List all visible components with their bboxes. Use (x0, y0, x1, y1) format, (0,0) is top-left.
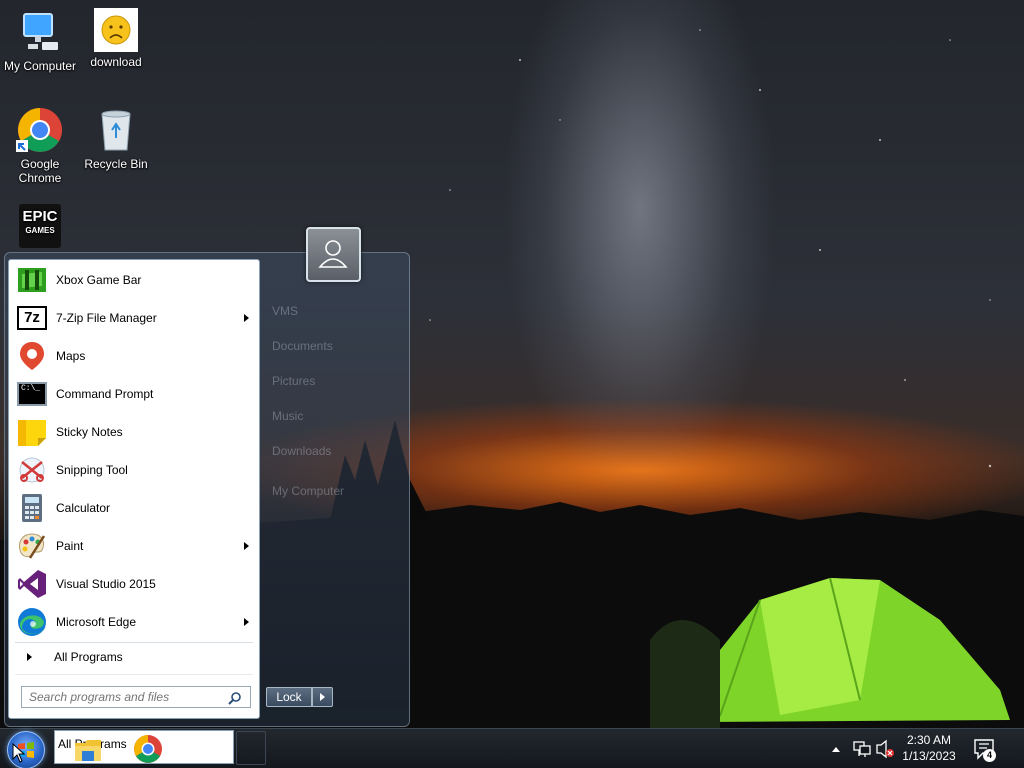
program-label: Paint (56, 539, 84, 553)
submenu-arrow-icon[interactable] (244, 618, 249, 626)
program-label: Command Prompt (56, 387, 154, 401)
program-label: Visual Studio 2015 (56, 577, 156, 591)
maps-icon (16, 340, 48, 372)
taskbar-empty-slot[interactable] (236, 731, 266, 765)
search-separator (15, 674, 253, 675)
search-box[interactable] (21, 686, 251, 708)
xbox-game-bar-icon (16, 264, 48, 296)
right-pane-item-downloads[interactable]: Downloads (272, 444, 331, 458)
taskbar-chrome-icon[interactable] (133, 734, 163, 764)
network-tray-button[interactable] (852, 729, 872, 768)
program-7-zip-file-manager[interactable]: 7z 7-Zip File Manager (9, 299, 259, 337)
program-label: Microsoft Edge (56, 615, 137, 629)
visual-studio-icon (16, 568, 48, 600)
program-label: 7-Zip File Manager (56, 311, 157, 325)
program-xbox-game-bar[interactable]: Xbox Game Bar (9, 261, 259, 299)
programs-separator (15, 642, 253, 643)
right-pane-item-vms[interactable]: VMS (272, 304, 298, 318)
seven-zip-icon: 7z (16, 302, 48, 334)
notifications-icon (974, 739, 994, 760)
program-calculator[interactable]: Calculator (9, 489, 259, 527)
desktop-icon-label: Recycle Bin (84, 157, 148, 171)
paint-icon (16, 530, 48, 562)
program-label: Sticky Notes (56, 425, 123, 439)
file-explorer-icon[interactable] (73, 735, 103, 763)
submenu-arrow-icon[interactable] (244, 314, 249, 322)
program-command-prompt[interactable]: C:\_ Command Prompt (9, 375, 259, 413)
right-pane-item-documents[interactable]: Documents (272, 339, 333, 353)
program-label: Snipping Tool (56, 463, 128, 477)
user-icon (318, 240, 348, 268)
network-icon (853, 741, 871, 757)
program-maps[interactable]: Maps (9, 337, 259, 375)
notification-count-badge: 4 (983, 749, 996, 762)
program-label: Maps (56, 349, 86, 363)
taskbar-all-programs-window[interactable]: All Programs (54, 730, 234, 764)
seven-zip-badge: 7z (17, 306, 47, 330)
sad-face-icon (94, 8, 138, 52)
right-pane-item-my-computer[interactable]: My Computer (272, 484, 344, 498)
start-menu-programs-pane: Xbox Game Bar 7z 7-Zip File Manager Maps… (8, 259, 260, 719)
program-microsoft-edge[interactable]: Microsoft Edge (9, 603, 259, 641)
all-programs-label: All Programs (54, 650, 123, 664)
lock-button[interactable]: Lock (266, 687, 312, 707)
program-sticky-notes[interactable]: Sticky Notes (9, 413, 259, 451)
epic-logo-line2: GAMES (25, 226, 55, 235)
mouse-cursor-icon (12, 743, 26, 763)
epic-games-icon: EPIC GAMES (19, 204, 61, 248)
all-programs-arrow-icon (27, 653, 32, 661)
desktop-icon-label: download (90, 55, 142, 69)
desktop-icon-label-line1: Google (20, 157, 60, 171)
search-icon[interactable] (228, 691, 242, 705)
edge-icon (16, 606, 48, 638)
epic-logo-line1: EPIC (22, 208, 58, 225)
desktop-icon-label: My Computer (3, 59, 77, 73)
command-prompt-badge: C:\_ (17, 382, 47, 406)
desktop-icon-epic-games[interactable]: EPIC GAMES (0, 204, 80, 251)
right-pane-item-pictures[interactable]: Pictures (272, 374, 315, 388)
shutdown-options-arrow-button[interactable] (312, 687, 333, 707)
desktop-icon-download[interactable]: download (76, 8, 156, 69)
taskbar-clock[interactable]: 2:30 AM 1/13/2023 (896, 732, 962, 764)
volume-tray-button[interactable] (875, 729, 895, 768)
desktop-icon-label-line2: Chrome (18, 171, 62, 185)
snipping-tool-icon (16, 454, 48, 486)
program-snipping-tool[interactable]: Snipping Tool (9, 451, 259, 489)
desktop-icon-recycle-bin[interactable]: Recycle Bin (76, 106, 156, 171)
recycle-bin-icon (92, 106, 140, 154)
user-avatar[interactable] (306, 227, 361, 282)
program-visual-studio-2015[interactable]: Visual Studio 2015 (9, 565, 259, 603)
all-programs-button[interactable]: All Programs (21, 646, 123, 668)
taskbar: All Programs 2:30 AM 1/13/20 (0, 728, 1024, 768)
submenu-arrow-icon[interactable] (244, 542, 249, 550)
search-input[interactable] (29, 690, 229, 704)
calculator-icon (16, 492, 48, 524)
clock-date: 1/13/2023 (902, 749, 956, 763)
sticky-notes-icon (16, 416, 48, 448)
command-prompt-icon: C:\_ (16, 378, 48, 410)
desktop-icon-my-computer[interactable]: My Computer (0, 8, 80, 73)
right-pane-item-music[interactable]: Music (272, 409, 303, 423)
show-hidden-icons-button[interactable] (830, 729, 842, 768)
computer-icon (16, 8, 64, 56)
chrome-icon (16, 106, 64, 154)
clock-time: 2:30 AM (906, 733, 952, 747)
program-label: Calculator (56, 501, 111, 515)
program-label: Xbox Game Bar (56, 273, 142, 287)
volume-muted-icon (876, 739, 894, 759)
program-paint[interactable]: Paint (9, 527, 259, 565)
desktop-icon-google-chrome[interactable]: Google Chrome (0, 106, 80, 185)
chevron-up-icon (832, 747, 840, 752)
action-center-button[interactable] (973, 729, 997, 768)
